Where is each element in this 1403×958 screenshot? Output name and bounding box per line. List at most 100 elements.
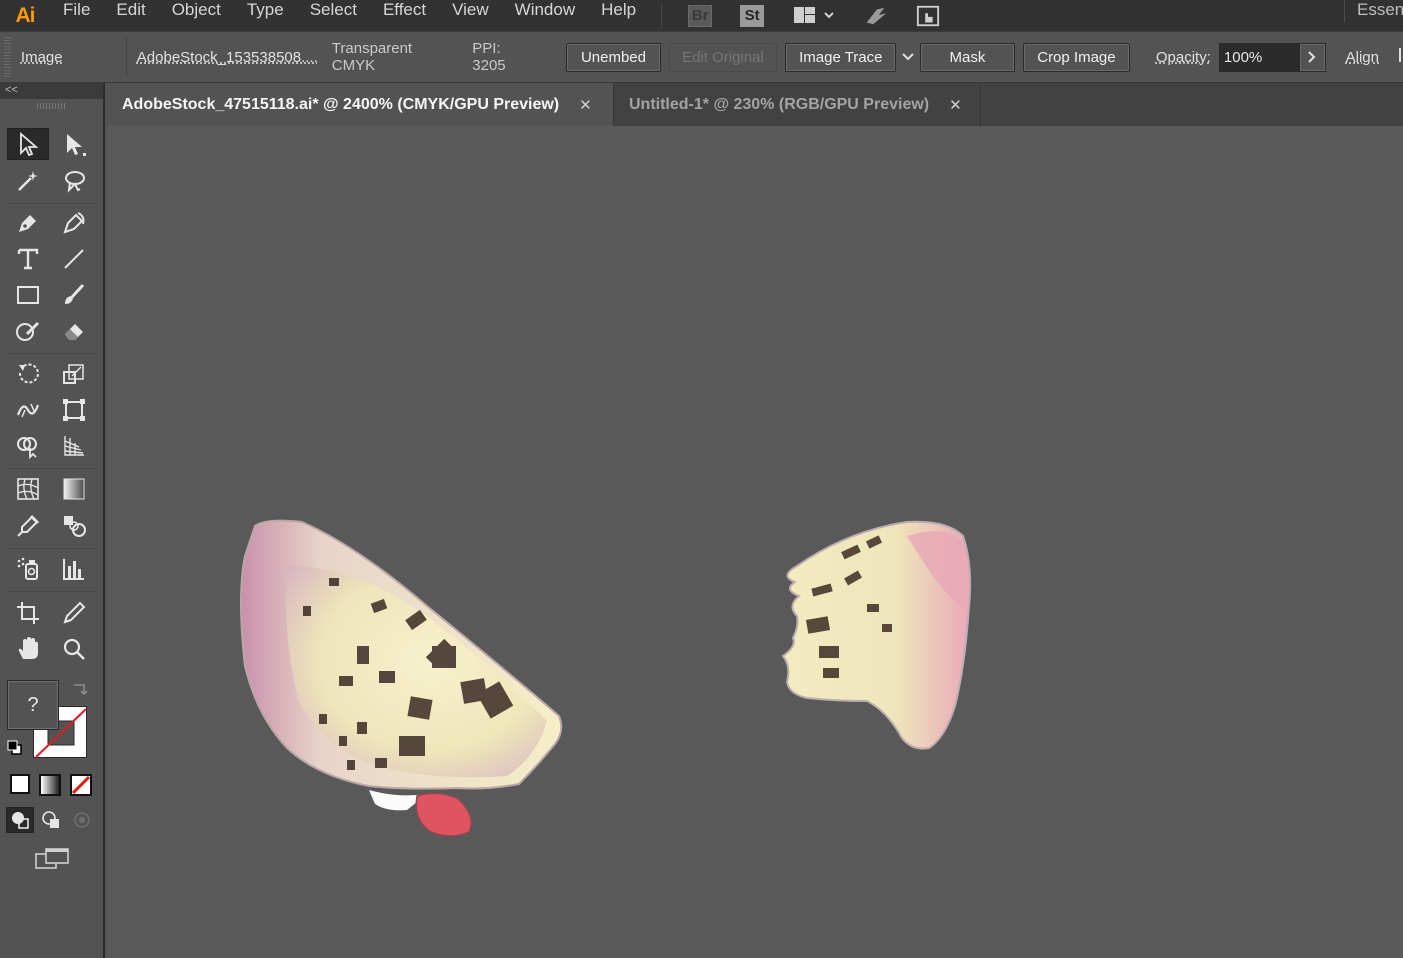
perspective-grid-tool[interactable]: [53, 430, 95, 462]
eraser-tool[interactable]: [53, 315, 95, 347]
image-trace-dropdown[interactable]: [896, 43, 920, 72]
menu-select[interactable]: Select: [297, 0, 370, 31]
gradient-mode-button[interactable]: [39, 774, 61, 796]
none-icon: [71, 775, 91, 795]
pen-tool[interactable]: [7, 207, 49, 239]
tab-untitled-document[interactable]: Untitled-1* @ 230% (RGB/GPU Preview) ✕: [614, 83, 981, 126]
curvature-tool[interactable]: [53, 207, 95, 239]
tools-panel-collapse[interactable]: <<: [0, 83, 103, 99]
unembed-button[interactable]: Unembed: [566, 42, 661, 72]
hand-tool[interactable]: [7, 633, 49, 665]
hand-icon: [18, 637, 38, 659]
default-fill-stroke-button[interactable]: [7, 740, 23, 756]
align-link[interactable]: Align: [1346, 49, 1379, 66]
linked-file-name[interactable]: AdobeStock_153538508....: [137, 49, 318, 66]
tab-adobestock-document[interactable]: AdobeStock_47515118.ai* @ 2400% (CMYK/GP…: [107, 83, 614, 126]
illustrator-window: Ai File Edit Object Type Select Effect V…: [0, 0, 1403, 958]
menu-object[interactable]: Object: [159, 0, 234, 31]
swap-arrow-icon: [74, 684, 88, 696]
eyedropper-tool[interactable]: [7, 510, 49, 542]
mesh-tool[interactable]: [7, 473, 49, 505]
menu-view[interactable]: View: [439, 0, 502, 31]
draw-normal-icon: [12, 812, 29, 829]
arrange-documents-icon[interactable]: [792, 5, 836, 27]
tool-group-divider: [6, 203, 96, 204]
gradient-tool[interactable]: [53, 473, 95, 505]
menu-type[interactable]: Type: [234, 0, 297, 31]
crop-image-button[interactable]: Crop Image: [1022, 42, 1130, 72]
rotate-tool[interactable]: [7, 358, 49, 390]
magic-wand-tool[interactable]: [7, 165, 49, 197]
control-bar-overflow[interactable]: [1397, 46, 1403, 68]
draw-normal-button[interactable]: [6, 807, 34, 833]
fill-unknown-label: ?: [27, 693, 39, 716]
type-tool[interactable]: [7, 243, 49, 275]
control-bar-grip[interactable]: [4, 37, 11, 77]
none-mode-button[interactable]: [70, 774, 92, 796]
opacity-label[interactable]: Opacity:: [1156, 49, 1211, 66]
image-trace-button[interactable]: Image Trace: [785, 42, 897, 72]
stock-icon[interactable]: St: [740, 4, 765, 27]
column-graph-tool[interactable]: [53, 553, 95, 585]
symbol-sprayer-icon: [17, 557, 38, 580]
edit-original-button: Edit Original: [668, 42, 778, 72]
mesh-icon: [17, 478, 39, 500]
close-icon[interactable]: ✕: [579, 96, 592, 114]
opacity-popup-button[interactable]: [1298, 42, 1326, 72]
menu-help[interactable]: Help: [588, 0, 649, 31]
symbol-sprayer-tool[interactable]: [7, 553, 49, 585]
column-graph-icon: [63, 559, 84, 580]
width-tool[interactable]: [7, 394, 49, 426]
selection-tool[interactable]: [7, 128, 49, 160]
direct-selection-arrow-icon: [67, 134, 86, 156]
menu-bar: Ai File Edit Object Type Select Effect V…: [0, 0, 1403, 31]
zoom-tool[interactable]: [53, 633, 95, 665]
touch-workspace-icon[interactable]: [916, 5, 940, 27]
shaper-tool[interactable]: [7, 315, 49, 347]
rectangle-tool[interactable]: [7, 279, 49, 311]
shaper-icon: [16, 321, 40, 341]
mask-button[interactable]: Mask: [919, 42, 1015, 72]
close-icon[interactable]: ✕: [949, 96, 962, 114]
color-mode-button[interactable]: [10, 774, 30, 794]
ppi-text: PPI: 3205: [472, 40, 506, 74]
app-logo: Ai: [15, 3, 36, 27]
gradient-icon: [63, 478, 85, 500]
blend-tool[interactable]: [53, 510, 95, 542]
artboard-canvas[interactable]: [107, 126, 1403, 958]
screen-mode-button[interactable]: [32, 845, 72, 873]
line-segment-tool[interactable]: [53, 243, 95, 275]
menu-edit[interactable]: Edit: [103, 0, 158, 31]
screen-mode-icon: [35, 848, 69, 869]
menu-window[interactable]: Window: [502, 0, 588, 31]
scale-tool[interactable]: [53, 358, 95, 390]
direct-selection-tool[interactable]: [53, 128, 95, 160]
swap-fill-stroke-button[interactable]: [70, 681, 88, 697]
tool-group-divider: [6, 468, 96, 469]
shape-builder-tool[interactable]: [7, 430, 49, 462]
opacity-input[interactable]: [1218, 42, 1299, 72]
menu-effect[interactable]: Effect: [370, 0, 439, 31]
menu-divider: [661, 3, 663, 28]
lasso-tool[interactable]: [53, 165, 95, 197]
paintbrush-tool[interactable]: [53, 279, 95, 311]
left-wing-fragment: [240, 519, 563, 837]
free-transform-tool[interactable]: [53, 394, 95, 426]
menu-file[interactable]: File: [50, 0, 103, 31]
draw-behind-button[interactable]: [37, 807, 65, 833]
bridge-icon[interactable]: Br: [688, 4, 713, 27]
brush-stroke-icon[interactable]: [864, 5, 888, 27]
placed-image-artwork[interactable]: [107, 126, 1403, 958]
fill-swatch[interactable]: ?: [7, 680, 59, 730]
artboard-tool[interactable]: [7, 597, 49, 629]
workspace-switcher[interactable]: Essent: [1344, 0, 1403, 22]
width-icon: [16, 403, 40, 418]
control-bar-divider: [125, 37, 127, 77]
object-type-link[interactable]: Image: [21, 49, 126, 66]
eyedropper-icon: [17, 514, 40, 537]
blend-icon: [64, 516, 86, 537]
tools-panel-grip[interactable]: [36, 103, 67, 109]
control-bar: Image AdobeStock_153538508.... Transpare…: [0, 31, 1403, 83]
slice-knife-icon: [63, 601, 86, 624]
slice-tool[interactable]: [53, 597, 95, 629]
